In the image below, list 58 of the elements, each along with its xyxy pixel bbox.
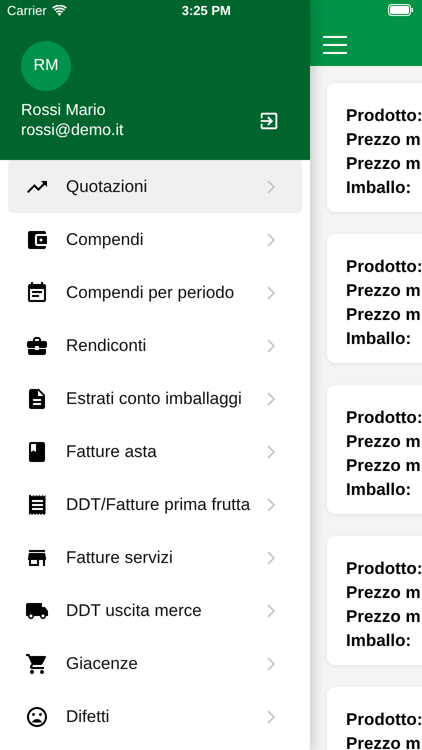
card-field: Imballo: [346,327,412,351]
card-field: Prezzo m [346,732,421,750]
chevron-icon [267,656,275,670]
card-field: Prodotto: [346,557,422,581]
chevron-icon [267,286,275,300]
card-field: Prezzo m [346,303,421,327]
quote-card[interactable]: Prodotto: Prezzo m Prezzo m Imballo: [327,83,422,212]
card-field: Prezzo m [346,279,421,303]
card-field: Prezzo m [346,152,421,176]
card-field: Imballo: [346,176,412,200]
card-field: Imballo: [346,478,412,502]
clock-time: 3:25 PM [182,2,231,18]
chevron-icon [267,444,275,458]
calendar-icon [25,280,49,304]
chevron-icon [267,604,275,618]
battery-icon [388,4,414,16]
menu-item[interactable]: Rendiconti [8,319,302,372]
menu-item[interactable]: Fatture servizi [8,531,302,584]
quote-card[interactable]: Prodotto: Prezzo m Prezzo m Imballo: [327,385,422,514]
card-field: Prodotto: [346,104,422,128]
menu-item[interactable]: Quotazioni [8,160,302,213]
chevron-icon [267,338,275,352]
menu-item[interactable]: Difetti [8,690,302,743]
cart-icon [25,652,49,676]
menu-item[interactable]: DDT/Fatture prima frutta [8,478,302,531]
card-field: Prezzo m [346,605,421,629]
avatar-initials: RM [34,57,58,75]
menu-item[interactable]: DDT uscita merce [8,584,302,637]
menu-item[interactable]: Giacenze [8,637,302,690]
menu-icon[interactable] [323,36,347,54]
card-field: Prodotto: [346,255,422,279]
menu-item[interactable]: Fatture asta [8,425,302,478]
card-field: Prezzo m [346,430,421,454]
card-field: Imballo: [346,629,412,653]
menu-item[interactable]: Compendi [8,213,302,266]
chevron-icon [267,180,275,194]
quote-card[interactable]: Prodotto: Prezzo m [327,687,422,750]
logout-icon[interactable] [258,110,280,132]
carrier-label: Carrier [7,2,47,18]
card-field: Prezzo m [346,128,421,152]
chevron-icon [267,498,275,512]
sad-face-icon [25,704,49,728]
card-field: Prodotto: [346,406,422,430]
quote-card[interactable]: Prodotto: Prezzo m Prezzo m Imballo: [327,536,422,665]
chevron-icon [267,232,275,246]
card-field: Prezzo m [346,581,421,605]
card-field: Prodotto: [346,708,422,732]
chevron-icon [267,550,275,564]
menu-item[interactable]: Compendi per periodo [8,266,302,319]
user-email: rossi@demo.it [21,121,124,141]
avatar[interactable]: RM [21,41,71,91]
user-name: Rossi Mario [21,101,106,121]
quote-card[interactable]: Prodotto: Prezzo m Prezzo m Imballo: [327,234,422,363]
chevron-icon [267,710,275,724]
menu-item[interactable]: Estrati conto imballaggi [8,372,302,425]
card-field: Prezzo m [346,454,421,478]
chevron-icon [267,392,275,406]
wifi-icon [52,4,67,16]
